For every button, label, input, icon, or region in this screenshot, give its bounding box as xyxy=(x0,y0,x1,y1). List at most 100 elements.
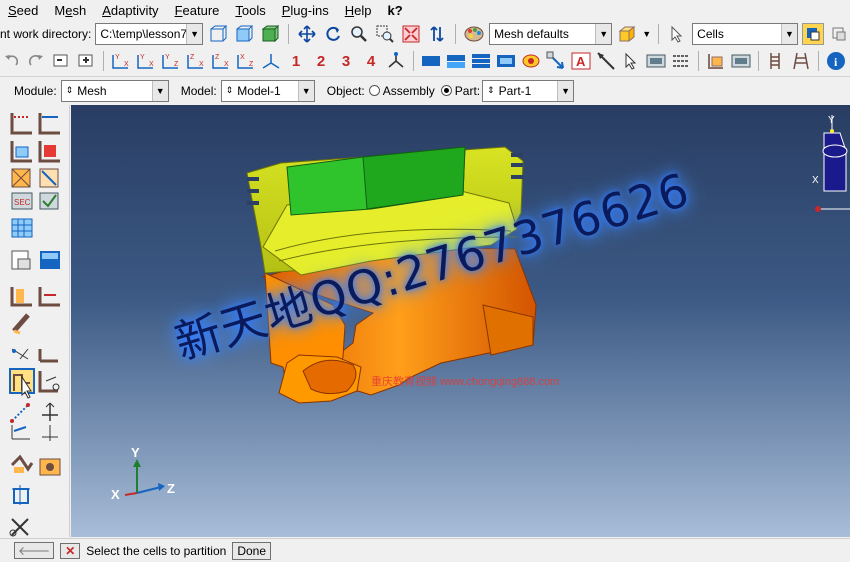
chevron-down-icon[interactable]: ▼ xyxy=(151,80,168,101)
chevron-down-icon[interactable]: ▼ xyxy=(595,24,612,44)
partition-cell-extrude-icon[interactable] xyxy=(38,371,60,393)
datum-csys-icon[interactable] xyxy=(10,403,30,423)
chevron-down-icon[interactable]: ▼ xyxy=(557,80,574,101)
rotate-icon[interactable] xyxy=(322,23,344,45)
render-hidden-icon[interactable] xyxy=(233,23,255,45)
edit-mesh-icon[interactable] xyxy=(11,250,31,270)
undo-icon[interactable] xyxy=(0,50,22,72)
view-bottom-icon[interactable]: XZ xyxy=(235,50,257,72)
module-combo[interactable]: ⇕ Mesh ▼ xyxy=(60,79,169,102)
previous-view-icon[interactable] xyxy=(50,50,72,72)
list-icon[interactable] xyxy=(670,50,692,72)
menu-seed[interactable]: Seed xyxy=(0,3,46,18)
scissors-icon[interactable] xyxy=(9,518,29,537)
back-arrow-icon[interactable]: 🡐 xyxy=(14,542,55,559)
done-button[interactable]: Done xyxy=(232,541,272,560)
view-4-button[interactable]: 4 xyxy=(360,53,382,70)
seed-part-icon[interactable] xyxy=(10,113,32,135)
view-1-button[interactable]: 1 xyxy=(285,53,307,70)
datum-plane-icon[interactable] xyxy=(42,402,58,421)
partition-face-icon[interactable] xyxy=(38,287,60,307)
view-manager-icon[interactable] xyxy=(385,50,407,72)
mesh-region-icon[interactable] xyxy=(38,141,60,163)
datum-tool-icon[interactable] xyxy=(730,50,752,72)
ruler-icon[interactable] xyxy=(765,50,787,72)
view-cube[interactable]: Y X xyxy=(806,111,850,221)
assembly-radio[interactable] xyxy=(368,85,380,96)
part-combo[interactable]: ⇕ Part-1 ▼ xyxy=(482,79,575,102)
spin-icon[interactable]: ⇕ xyxy=(487,85,495,96)
view-right-icon[interactable]: ZX xyxy=(185,50,207,72)
datum-point-icon[interactable] xyxy=(11,348,29,360)
display-add-icon[interactable] xyxy=(470,50,492,72)
display-body-icon[interactable] xyxy=(420,50,442,72)
next-view-icon[interactable] xyxy=(75,50,97,72)
part-radio[interactable] xyxy=(440,85,452,96)
cancel-x-icon[interactable]: ✕ xyxy=(60,542,81,559)
datum-axis-icon[interactable] xyxy=(38,349,58,363)
mesh-controls-icon[interactable] xyxy=(11,168,31,188)
spin-icon[interactable]: ⇕ xyxy=(226,85,234,96)
view-2-button[interactable]: 2 xyxy=(310,53,332,70)
viewport-canvas[interactable]: 新天地QQ:2767376626 重庆教育视频 www.chongqing888… xyxy=(71,105,850,537)
create-partition-icon[interactable] xyxy=(10,287,32,307)
display-replace-icon[interactable] xyxy=(445,50,467,72)
pointer-icon[interactable] xyxy=(620,50,642,72)
view-top-icon[interactable]: ZX xyxy=(210,50,232,72)
display-remove-icon[interactable] xyxy=(495,50,517,72)
verify-mesh-icon[interactable]: SEC xyxy=(11,192,33,210)
probe-icon[interactable] xyxy=(645,50,667,72)
zoom-icon[interactable] xyxy=(348,23,370,45)
color-palette-icon[interactable] xyxy=(463,23,485,45)
model-combo[interactable]: ⇕ Model-1 ▼ xyxy=(220,79,315,102)
query-arrow-icon[interactable] xyxy=(545,50,567,72)
menu-help[interactable]: Help xyxy=(337,3,380,18)
menu-plugins[interactable]: Plug-ins xyxy=(274,3,337,18)
display-toggle-icon[interactable] xyxy=(520,50,542,72)
menu-feature[interactable]: Feature xyxy=(167,3,228,18)
ladder-icon[interactable] xyxy=(790,50,812,72)
partition-cell-icon[interactable] xyxy=(9,368,35,399)
view-3-button[interactable]: 3 xyxy=(335,53,357,70)
box-zoom-icon[interactable] xyxy=(374,23,396,45)
selection-filter-combo[interactable]: Cells ▼ xyxy=(692,23,799,45)
select-cursor-icon[interactable] xyxy=(666,23,688,45)
view-back-icon[interactable]: YX xyxy=(135,50,157,72)
select-from-exterior-icon[interactable] xyxy=(828,23,850,45)
color-code-combo[interactable]: Mesh defaults ▼ xyxy=(489,23,613,45)
assign-stack-icon[interactable] xyxy=(11,218,33,238)
chevron-down-icon[interactable]: ▼ xyxy=(781,24,798,44)
extrude-cut-icon[interactable] xyxy=(10,454,34,473)
arrow-annotation-icon[interactable] xyxy=(595,50,617,72)
chevron-down-icon[interactable]: ▼ xyxy=(186,24,203,44)
chevron-down-icon[interactable]: ▼ xyxy=(297,80,314,101)
auto-fit-icon[interactable] xyxy=(400,23,422,45)
text-annotation-icon[interactable]: A xyxy=(570,50,592,72)
render-shaded-icon[interactable] xyxy=(259,23,281,45)
spin-icon[interactable]: ⇕ xyxy=(66,85,74,96)
context-help-icon[interactable]: k? xyxy=(379,3,410,18)
pan-icon[interactable] xyxy=(296,23,318,45)
display-group-icon[interactable] xyxy=(616,23,638,45)
view-front-icon[interactable]: YX xyxy=(110,50,132,72)
redo-icon[interactable] xyxy=(25,50,47,72)
dropdown-arrow-icon[interactable]: ▼ xyxy=(642,29,651,39)
menu-tools[interactable]: Tools xyxy=(227,3,273,18)
cycle-views-icon[interactable] xyxy=(426,23,448,45)
render-wireframe-icon[interactable] xyxy=(207,23,229,45)
query-mesh-icon[interactable] xyxy=(40,251,60,269)
info-icon[interactable]: i xyxy=(825,50,847,72)
partition-tool-icon[interactable] xyxy=(705,50,727,72)
workdir-combo[interactable]: C:\temp\lesson7 ▼ xyxy=(95,23,204,45)
menu-adaptivity[interactable]: Adaptivity xyxy=(94,3,166,18)
seed-edges-icon[interactable] xyxy=(38,113,60,135)
check-mesh-icon[interactable] xyxy=(39,192,59,210)
view-left-icon[interactable]: YZ xyxy=(160,50,182,72)
sweep-icon[interactable] xyxy=(11,425,30,440)
link-icon[interactable] xyxy=(12,485,30,505)
tool-axes-icon[interactable] xyxy=(42,425,58,441)
solid-cut-icon[interactable] xyxy=(39,458,61,476)
element-type-icon[interactable] xyxy=(39,168,59,188)
virtual-topology-icon[interactable] xyxy=(12,313,30,335)
mesh-part-icon[interactable] xyxy=(10,141,32,163)
